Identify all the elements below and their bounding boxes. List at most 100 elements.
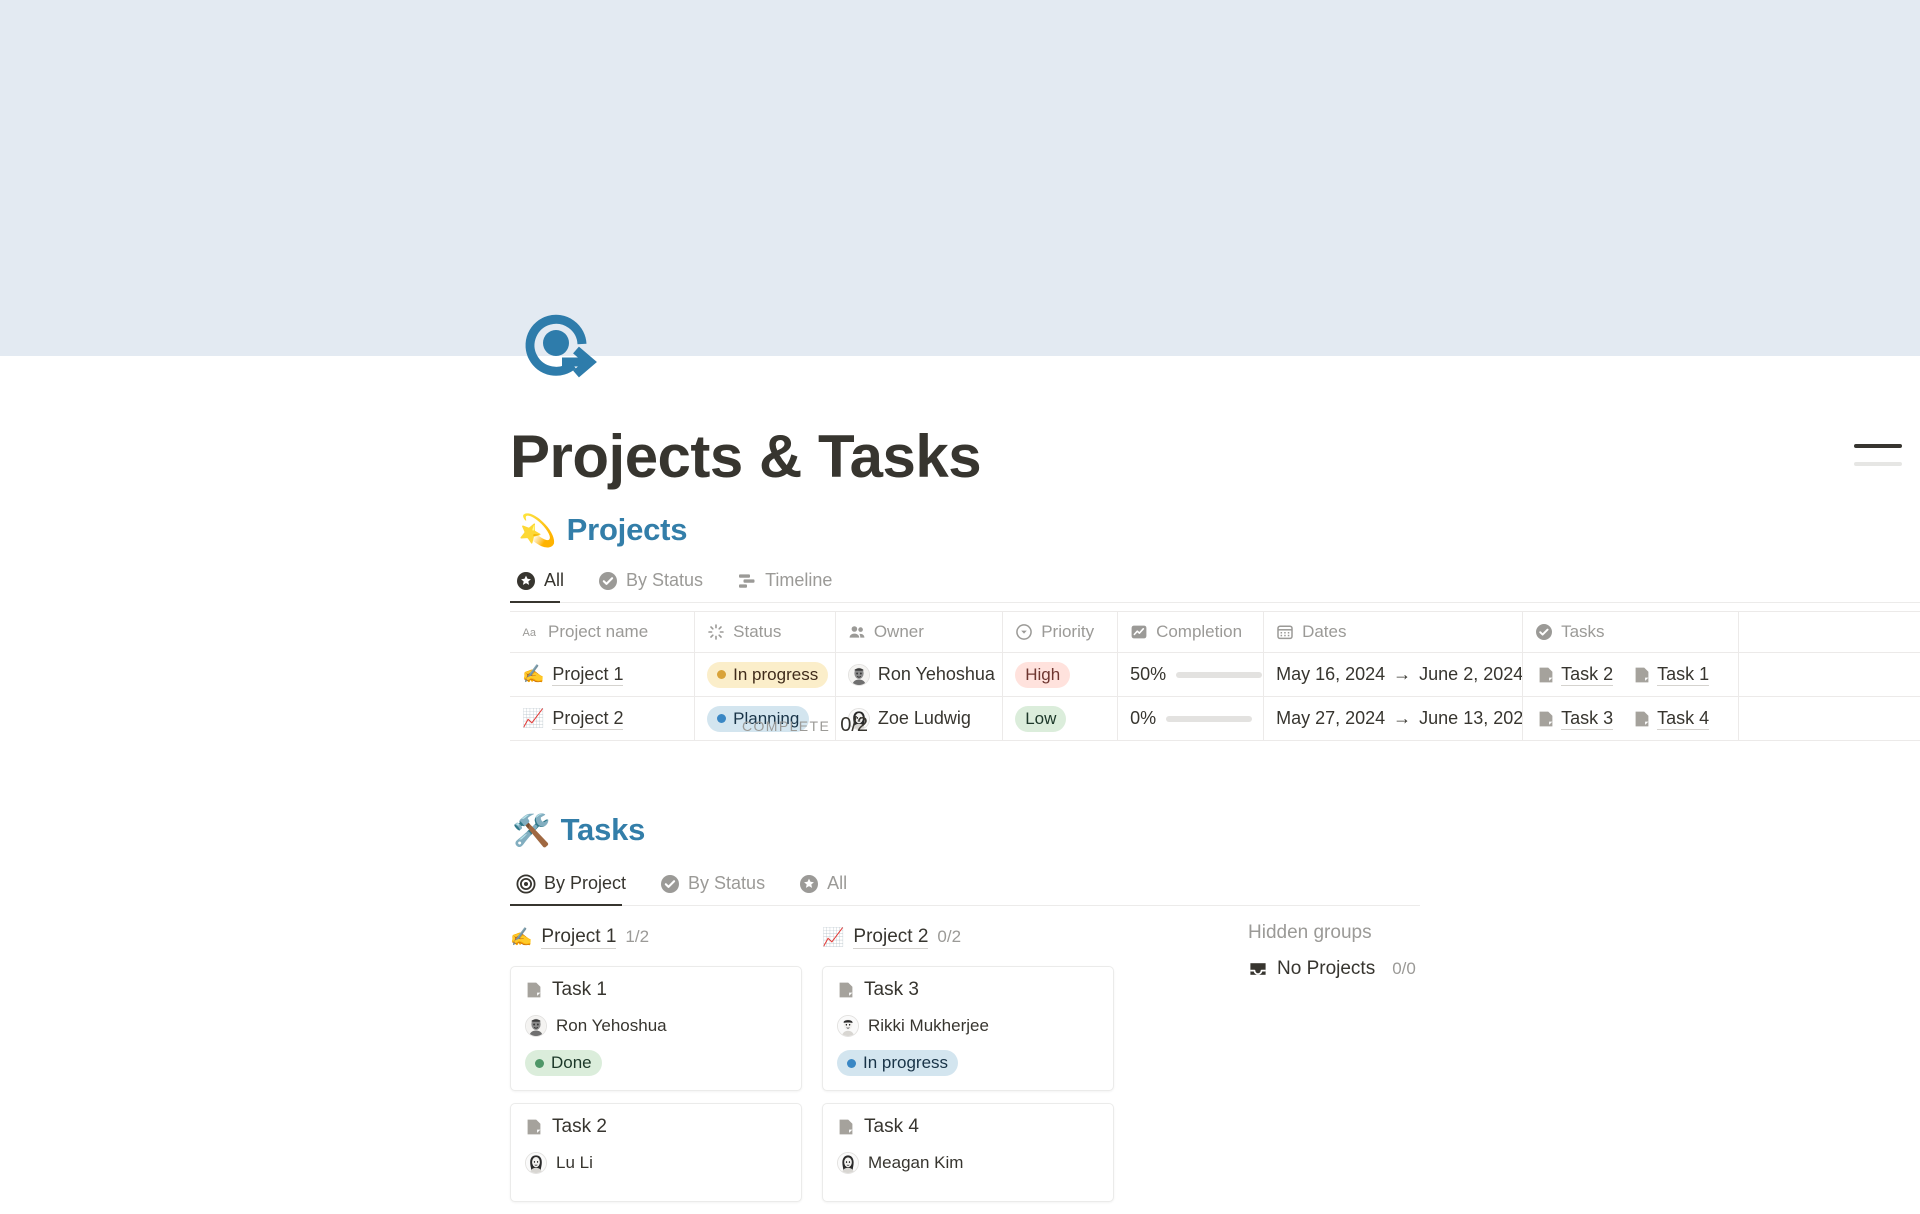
column-header-status-label: Status <box>733 622 782 641</box>
star-circle-icon <box>516 571 536 591</box>
task-card[interactable]: Task 1 Ron Yehoshua Done <box>510 966 802 1091</box>
status-badge-label: Done <box>551 1053 592 1072</box>
board-group-header[interactable]: 📈 Project 2 0/2 <box>822 920 1114 954</box>
cell-dates[interactable]: May 27, 2024 → June 13, 2024 <box>1264 697 1524 740</box>
task-relation-label: Task 2 <box>1561 663 1614 686</box>
column-header-priority[interactable]: Priority <box>1003 612 1119 652</box>
column-header-tasks[interactable]: Tasks <box>1523 612 1740 652</box>
task-card-person-name: Ron Yehoshua <box>556 1016 667 1035</box>
task-card-person-name: Meagan Kim <box>868 1153 964 1172</box>
task-relation-chip[interactable]: Task 2 <box>1535 663 1615 687</box>
date-arrow: → <box>1393 708 1412 728</box>
cell-owner[interactable]: Ron Yehoshua <box>836 653 1004 696</box>
outline-marker[interactable] <box>1854 444 1902 480</box>
column-header-status[interactable]: Status <box>695 612 836 652</box>
status-dot-icon <box>717 714 727 723</box>
svg-text:Aa: Aa <box>523 627 537 639</box>
cell-dates[interactable]: May 16, 2024 → June 2, 2024 <box>1264 653 1524 696</box>
task-relation-label: Task 4 <box>1657 707 1710 730</box>
avatar <box>837 1015 859 1037</box>
page-icon <box>525 1118 543 1136</box>
task-relation-chip[interactable]: Task 1 <box>1631 663 1711 687</box>
inbox-icon <box>1248 959 1268 979</box>
table-row[interactable]: 📈 Project 2 Planning Zoe Ludwig Low 0% M… <box>510 697 1920 741</box>
cell-completion[interactable]: 0% <box>1118 697 1265 740</box>
progress-track <box>1166 715 1253 722</box>
tab-tasks-by-status[interactable]: By Status <box>654 869 777 905</box>
page-icon <box>837 981 855 999</box>
owner-name: Zoe Ludwig <box>877 708 971 728</box>
cell-spacer <box>1739 697 1920 740</box>
status-badge: In progress <box>707 661 829 688</box>
people-icon <box>848 623 866 641</box>
board-group-header[interactable]: ✍️ Project 1 1/2 <box>510 920 802 954</box>
hidden-groups-label: Hidden groups <box>1248 922 1372 943</box>
completion-value: 50% <box>1130 664 1167 684</box>
cell-project-name[interactable]: ✍️ Project 1 <box>510 653 696 696</box>
tab-tasks-all[interactable]: All <box>793 869 859 905</box>
project-emoji-icon: ✍️ <box>522 664 545 684</box>
tab-projects-timeline-label: Timeline <box>765 570 833 590</box>
projects-table: Aa Project name Status Owner Priority Co… <box>510 611 1920 741</box>
project-name-link[interactable]: Project 2 <box>552 708 624 730</box>
tasks-view-tabs: By Project By Status All <box>510 869 1420 906</box>
task-relation-chip[interactable]: Task 3 <box>1535 707 1615 731</box>
status-spinner-icon <box>707 623 725 641</box>
column-header-completion[interactable]: Completion <box>1118 612 1265 652</box>
tasks-emoji-icon: 🛠️ <box>512 812 551 848</box>
table-row[interactable]: ✍️ Project 1 In progress Ron Yehoshua Hi… <box>510 653 1920 697</box>
task-card-title-text: Task 4 <box>864 1116 919 1137</box>
projects-emoji-icon: 💫 <box>518 512 557 548</box>
page-title[interactable]: Projects & Tasks <box>510 424 982 490</box>
tab-projects-timeline[interactable]: Timeline <box>731 566 844 602</box>
column-header-priority-label: Priority <box>1041 622 1095 641</box>
status-dot-icon <box>535 1058 544 1068</box>
priority-badge: High <box>1015 661 1071 688</box>
tab-projects-all[interactable]: All <box>510 566 576 603</box>
projects-heading-text[interactable]: Projects <box>567 512 688 548</box>
group-emoji-icon: ✍️ <box>510 926 533 947</box>
check-circle-icon <box>660 874 680 894</box>
tab-projects-by-status[interactable]: By Status <box>592 566 715 602</box>
task-card-person: Rikki Mukherjee <box>837 1015 1099 1037</box>
hidden-groups-panel: Hidden groups No Projects 0/0 <box>1248 922 1416 980</box>
cell-completion[interactable]: 50% <box>1118 653 1265 696</box>
cell-status[interactable]: In progress <box>695 653 836 696</box>
task-relation-label: Task 3 <box>1561 707 1614 730</box>
tasks-heading-text[interactable]: Tasks <box>561 812 646 848</box>
cell-priority[interactable]: High <box>1003 653 1119 696</box>
check-circle-icon <box>1535 623 1553 641</box>
column-header-owner[interactable]: Owner <box>836 612 1004 652</box>
task-card-title-text: Task 2 <box>552 1116 607 1137</box>
hidden-group-item-no-projects[interactable]: No Projects 0/0 <box>1248 958 1416 980</box>
column-header-project-name[interactable]: Aa Project name <box>510 612 696 652</box>
group-name[interactable]: Project 2 <box>853 926 929 949</box>
task-card[interactable]: Task 3 Rikki Mukherjee In progress <box>822 966 1114 1091</box>
task-card-title-text: Task 1 <box>552 979 607 1000</box>
avatar <box>847 663 870 686</box>
complete-summary-value: 0/2 <box>840 714 869 736</box>
cell-tasks[interactable]: Task 3 Task 4 <box>1523 697 1740 740</box>
group-name[interactable]: Project 1 <box>541 926 617 949</box>
tab-tasks-by-project[interactable]: By Project <box>510 869 638 906</box>
cell-project-name[interactable]: 📈 Project 2 <box>510 697 696 740</box>
task-card[interactable]: Task 2 Lu Li <box>510 1103 802 1202</box>
column-header-dates[interactable]: Dates <box>1264 612 1524 652</box>
page-icon <box>837 1118 855 1136</box>
target-arrow-logo-icon[interactable] <box>518 305 602 389</box>
task-relation-chip[interactable]: Task 4 <box>1631 707 1711 731</box>
cell-tasks[interactable]: Task 2 Task 1 <box>1523 653 1740 696</box>
cell-priority[interactable]: Low <box>1003 697 1119 740</box>
task-card[interactable]: Task 4 Meagan Kim <box>822 1103 1114 1202</box>
owner-name: Ron Yehoshua <box>877 664 995 684</box>
page-cover <box>0 0 1920 356</box>
completion-progress: 0% <box>1130 708 1253 729</box>
group-emoji-icon: 📈 <box>822 926 845 947</box>
projects-view-tabs: All By Status Timeline <box>510 566 1920 603</box>
completion-progress: 50% <box>1130 664 1263 685</box>
complete-summary[interactable]: Complete 0/2 <box>742 714 868 737</box>
status-badge: In progress <box>837 1050 959 1076</box>
project-name-link[interactable]: Project 1 <box>552 664 624 686</box>
task-card-title: Task 4 <box>837 1116 1099 1138</box>
avatar <box>525 1015 547 1037</box>
